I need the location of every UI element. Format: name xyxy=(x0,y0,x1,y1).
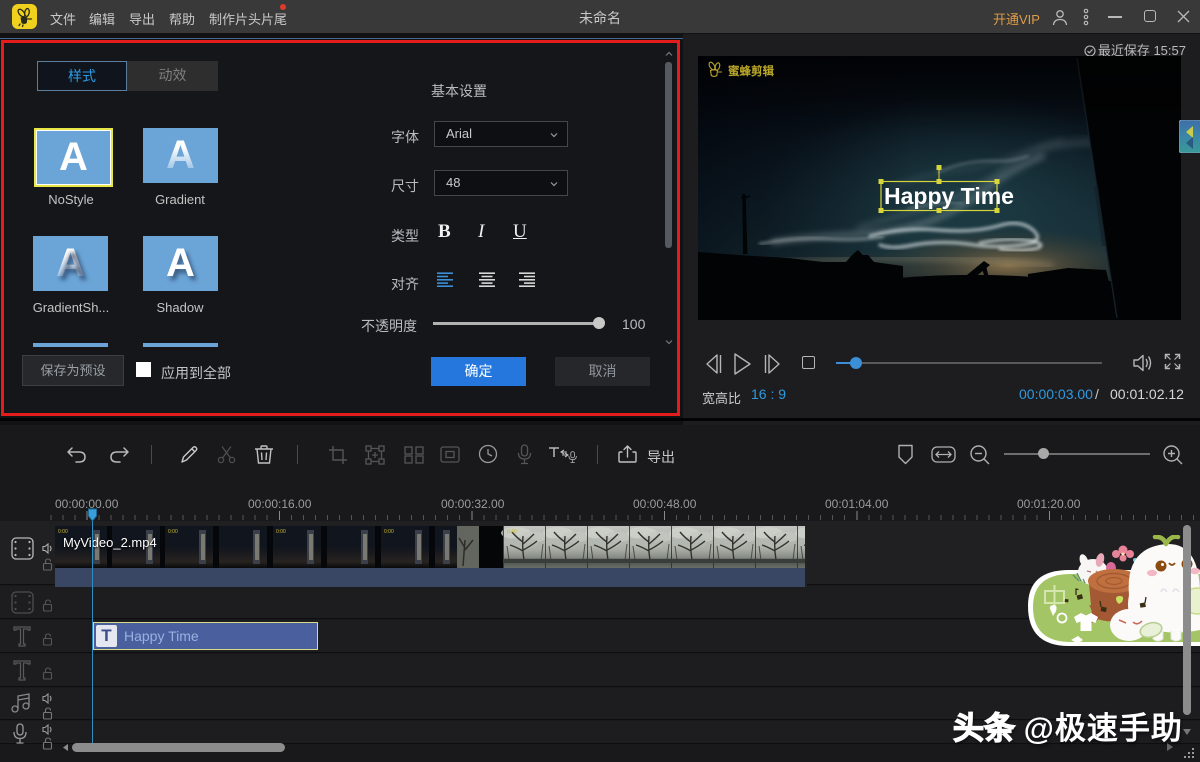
svg-text:0:00: 0:00 xyxy=(276,529,286,535)
svg-text:0:00: 0:00 xyxy=(384,529,394,535)
svg-text:蜜蜂剪辑: 蜜蜂剪辑 xyxy=(728,64,774,78)
svg-text:0:00: 0:00 xyxy=(168,529,178,535)
svg-text:0:40: 0:40 xyxy=(507,529,517,535)
svg-text:Happy Time: Happy Time xyxy=(884,183,1014,209)
